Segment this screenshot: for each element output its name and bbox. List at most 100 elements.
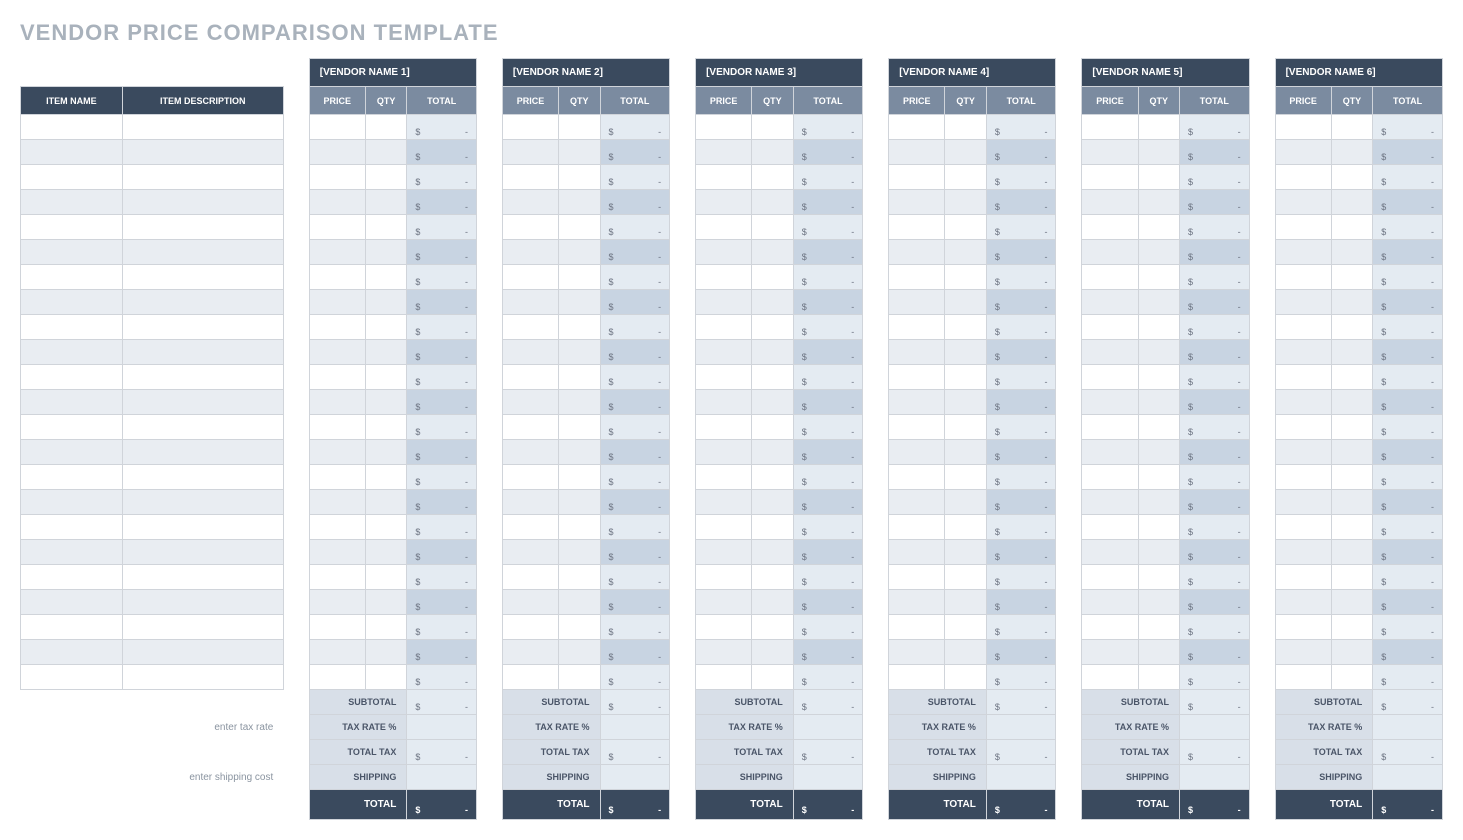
summary-tax_rate-input[interactable] — [1180, 715, 1250, 740]
qty-cell[interactable] — [1138, 140, 1180, 165]
qty-cell[interactable] — [1138, 415, 1180, 440]
price-cell[interactable] — [1082, 540, 1138, 565]
price-cell[interactable] — [1082, 415, 1138, 440]
price-cell[interactable] — [889, 190, 945, 215]
price-cell[interactable] — [1082, 140, 1138, 165]
price-cell[interactable] — [1082, 315, 1138, 340]
price-cell[interactable] — [889, 565, 945, 590]
qty-cell[interactable] — [365, 415, 407, 440]
qty-cell[interactable] — [752, 115, 794, 140]
qty-cell[interactable] — [945, 465, 987, 490]
qty-cell[interactable] — [558, 340, 600, 365]
item-description-cell[interactable] — [122, 265, 283, 290]
qty-cell[interactable] — [558, 365, 600, 390]
summary-tax_rate-input[interactable] — [1373, 715, 1443, 740]
qty-cell[interactable] — [558, 640, 600, 665]
price-cell[interactable] — [1082, 290, 1138, 315]
price-cell[interactable] — [309, 315, 365, 340]
price-cell[interactable] — [309, 515, 365, 540]
price-cell[interactable] — [696, 390, 752, 415]
item-name-cell[interactable] — [21, 265, 123, 290]
summary-tax_rate-input[interactable] — [407, 715, 477, 740]
summary-tax_rate-input[interactable] — [600, 715, 670, 740]
summary-tax_rate-input[interactable] — [793, 715, 863, 740]
item-name-cell[interactable] — [21, 365, 123, 390]
price-cell[interactable] — [1275, 590, 1331, 615]
item-description-cell[interactable] — [122, 615, 283, 640]
qty-cell[interactable] — [945, 265, 987, 290]
qty-cell[interactable] — [752, 290, 794, 315]
qty-cell[interactable] — [558, 565, 600, 590]
item-description-cell[interactable] — [122, 640, 283, 665]
qty-cell[interactable] — [752, 390, 794, 415]
price-cell[interactable] — [1275, 290, 1331, 315]
qty-cell[interactable] — [1138, 515, 1180, 540]
qty-cell[interactable] — [1331, 265, 1373, 290]
item-name-cell[interactable] — [21, 615, 123, 640]
summary-shipping-input[interactable] — [600, 765, 670, 790]
price-cell[interactable] — [1082, 665, 1138, 690]
qty-cell[interactable] — [945, 215, 987, 240]
price-cell[interactable] — [1082, 390, 1138, 415]
qty-cell[interactable] — [1138, 390, 1180, 415]
price-cell[interactable] — [502, 390, 558, 415]
qty-cell[interactable] — [1331, 515, 1373, 540]
item-name-cell[interactable] — [21, 115, 123, 140]
qty-cell[interactable] — [945, 140, 987, 165]
price-cell[interactable] — [1082, 515, 1138, 540]
qty-cell[interactable] — [365, 340, 407, 365]
qty-cell[interactable] — [945, 415, 987, 440]
qty-cell[interactable] — [365, 215, 407, 240]
item-name-cell[interactable] — [21, 540, 123, 565]
qty-cell[interactable] — [558, 490, 600, 515]
price-cell[interactable] — [889, 140, 945, 165]
item-description-cell[interactable] — [122, 165, 283, 190]
item-name-cell[interactable] — [21, 515, 123, 540]
vendor-header-2[interactable]: [VENDOR NAME 2] — [502, 59, 669, 87]
qty-cell[interactable] — [558, 440, 600, 465]
price-cell[interactable] — [1275, 565, 1331, 590]
qty-cell[interactable] — [1331, 290, 1373, 315]
price-cell[interactable] — [889, 490, 945, 515]
price-cell[interactable] — [889, 365, 945, 390]
item-name-cell[interactable] — [21, 190, 123, 215]
qty-cell[interactable] — [1138, 440, 1180, 465]
price-cell[interactable] — [309, 165, 365, 190]
qty-cell[interactable] — [752, 240, 794, 265]
qty-cell[interactable] — [558, 165, 600, 190]
price-cell[interactable] — [889, 590, 945, 615]
qty-cell[interactable] — [1138, 640, 1180, 665]
qty-cell[interactable] — [752, 590, 794, 615]
price-cell[interactable] — [889, 215, 945, 240]
qty-cell[interactable] — [752, 440, 794, 465]
price-cell[interactable] — [502, 115, 558, 140]
qty-cell[interactable] — [365, 440, 407, 465]
price-cell[interactable] — [889, 640, 945, 665]
price-cell[interactable] — [889, 615, 945, 640]
price-cell[interactable] — [696, 665, 752, 690]
qty-cell[interactable] — [365, 490, 407, 515]
price-cell[interactable] — [309, 215, 365, 240]
price-cell[interactable] — [889, 515, 945, 540]
price-cell[interactable] — [696, 190, 752, 215]
qty-cell[interactable] — [365, 165, 407, 190]
item-description-cell[interactable] — [122, 365, 283, 390]
qty-cell[interactable] — [1331, 415, 1373, 440]
price-cell[interactable] — [1275, 390, 1331, 415]
qty-cell[interactable] — [1331, 590, 1373, 615]
price-cell[interactable] — [1275, 540, 1331, 565]
summary-tax_rate-input[interactable] — [986, 715, 1056, 740]
price-cell[interactable] — [1082, 240, 1138, 265]
qty-cell[interactable] — [558, 540, 600, 565]
price-cell[interactable] — [696, 515, 752, 540]
price-cell[interactable] — [1275, 365, 1331, 390]
item-name-cell[interactable] — [21, 490, 123, 515]
price-cell[interactable] — [502, 190, 558, 215]
qty-cell[interactable] — [945, 240, 987, 265]
qty-cell[interactable] — [752, 540, 794, 565]
price-cell[interactable] — [502, 140, 558, 165]
qty-cell[interactable] — [945, 515, 987, 540]
item-description-cell[interactable] — [122, 440, 283, 465]
qty-cell[interactable] — [945, 440, 987, 465]
qty-cell[interactable] — [1331, 615, 1373, 640]
